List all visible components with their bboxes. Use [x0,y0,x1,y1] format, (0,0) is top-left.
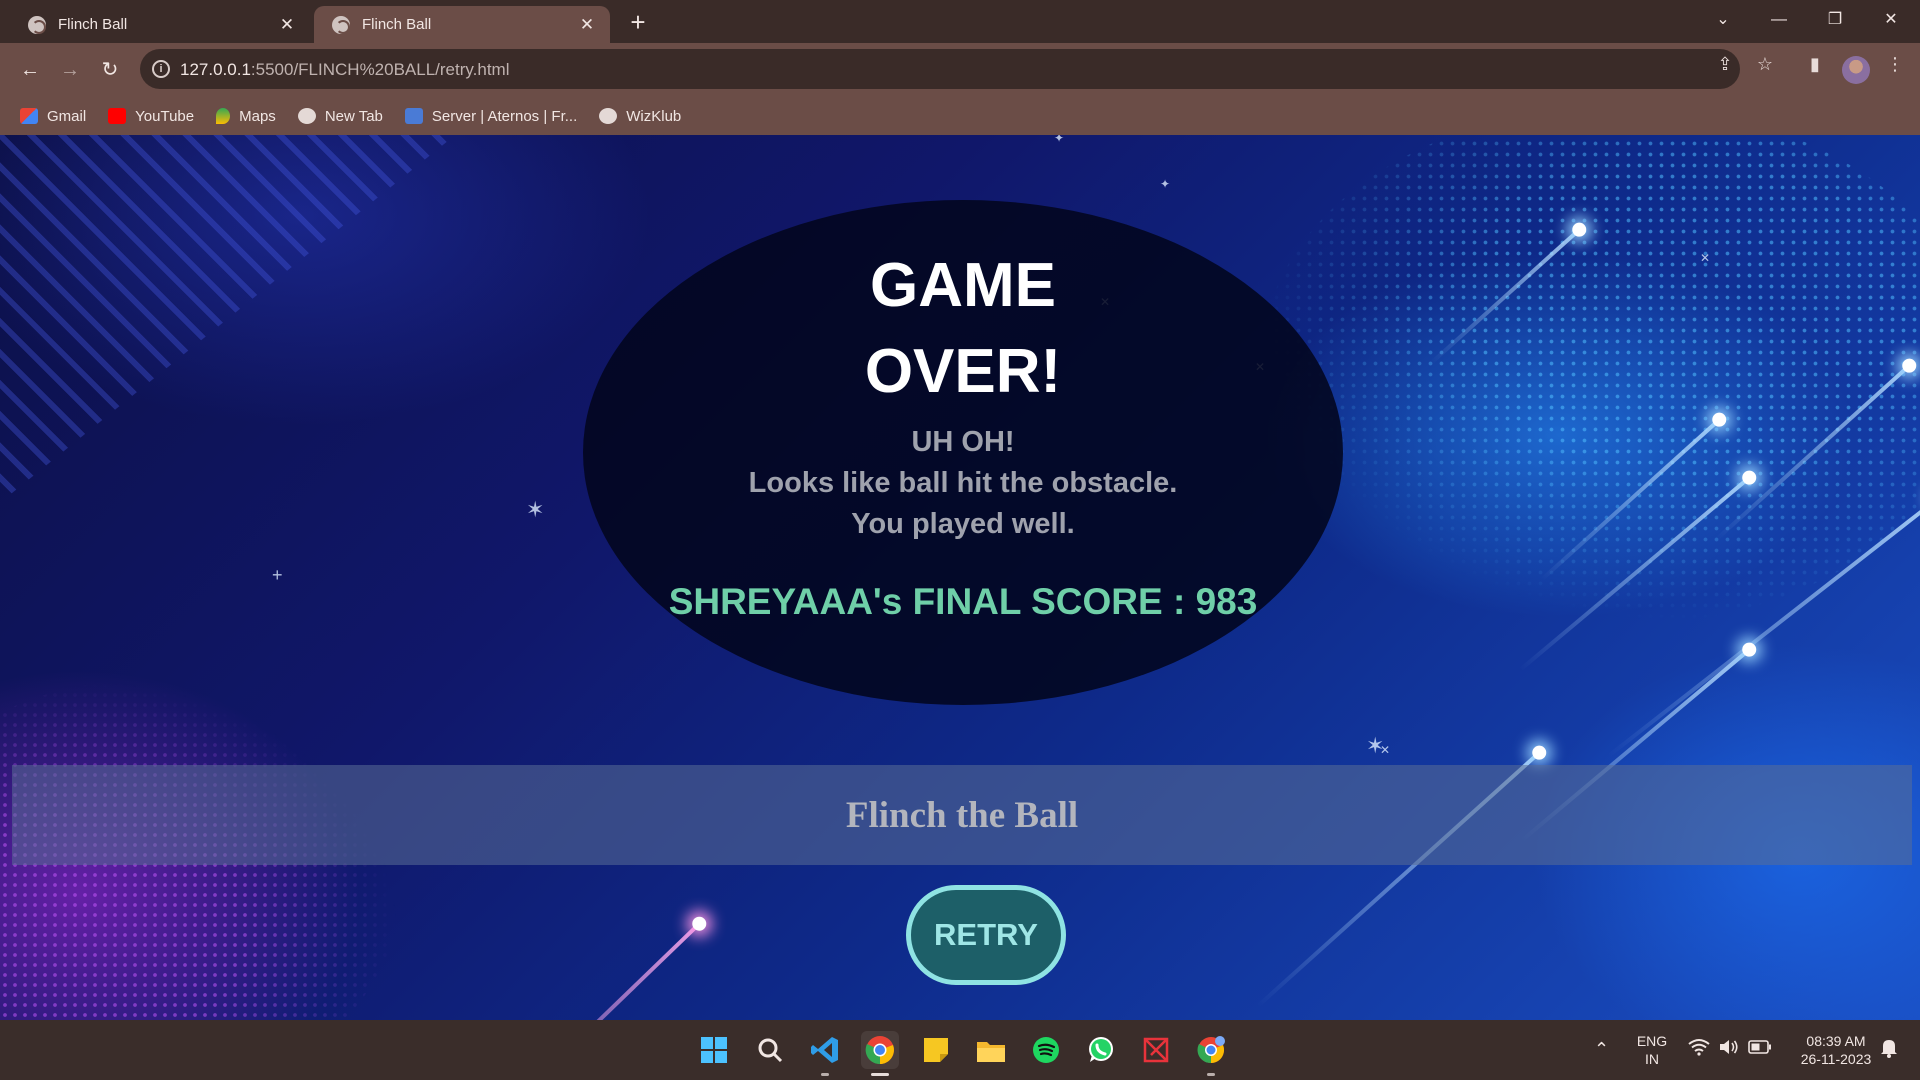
bookmarks-bar: Gmail YouTube Maps New Tab Server | Ater… [0,97,1920,135]
tab-title: Flinch Ball [362,16,432,33]
star-decoration: ✶ [1366,733,1385,758]
bookmark-gmail[interactable]: Gmail [20,108,86,125]
menu-icon[interactable]: ⋮ [1884,53,1906,75]
message-line-2: Looks like ball hit the obstacle. [748,467,1178,499]
clock-time: 08:39 AM [1806,1033,1866,1049]
tab-title: Flinch Ball [58,16,128,33]
wifi-icon[interactable] [1688,1038,1710,1060]
minimize-icon[interactable]: — [1756,4,1802,36]
aternos-icon [404,108,423,124]
tab-flinch-ball-2[interactable]: Flinch Ball ✕ [314,6,610,43]
youtube-icon [108,108,127,124]
vscode-icon[interactable] [806,1031,844,1076]
game-banner: Flinch the Ball [12,765,1912,865]
title-line-2: OVER! [864,337,1062,406]
clock-date: 26-11-2023 [1800,1051,1872,1067]
bookmark-youtube[interactable]: YouTube [108,108,194,125]
page-title: GAME OVER! [763,243,1163,415]
globe-icon [599,108,618,124]
battery-icon[interactable] [1748,1040,1772,1058]
chevron-up-icon[interactable]: ⌃ [1594,1040,1609,1058]
background-stripes [0,135,480,535]
message-line-1: UH OH! [911,426,1015,458]
close-icon[interactable]: ✕ [576,14,598,36]
sticky-notes-icon[interactable] [917,1031,955,1069]
windows-start-icon[interactable] [695,1031,733,1069]
back-icon[interactable]: ← [15,55,45,85]
bookmark-wizklub[interactable]: WizKlub [599,108,681,125]
bookmark-aternos[interactable]: Server | Aternos | Fr... [404,108,577,125]
title-line-1: GAME [870,251,1056,320]
running-indicator [871,1073,889,1076]
url-text: 127.0.0.1:5500/FLINCH%20BALL/retry.html [180,60,510,79]
address-bar[interactable]: i 127.0.0.1:5500/FLINCH%20BALL/retry.htm… [140,49,1740,89]
app-icon[interactable] [1137,1031,1175,1069]
globe-icon [297,108,316,124]
share-icon[interactable]: ⇪ [1714,53,1736,75]
bookmark-star-icon[interactable]: ☆ [1754,53,1776,75]
tab-flinch-ball-1[interactable]: Flinch Ball ✕ [10,6,310,43]
bookmark-new-tab[interactable]: New Tab [297,108,383,125]
retry-button[interactable]: RETRY [906,885,1066,985]
star-decoration: + [272,565,283,585]
gmail-icon [20,108,38,124]
reload-icon[interactable]: ↻ [95,55,125,85]
running-indicator [1207,1073,1215,1076]
restore-icon[interactable]: ❐ [1812,4,1858,36]
site-info-icon[interactable]: i [152,60,170,78]
running-indicator [821,1073,829,1076]
forward-icon[interactable]: → [55,55,85,85]
globe-icon [332,15,350,34]
new-tab-button[interactable]: + [624,8,652,36]
chrome-icon[interactable] [861,1031,899,1076]
star-decoration: ✕ [1700,251,1711,265]
background-dots [1260,135,1920,625]
avatar[interactable] [1842,56,1870,84]
search-icon[interactable] [751,1031,789,1069]
browser-toolbar: ← → ↻ i 127.0.0.1:5500/FLINCH%20BALL/ret… [0,43,1920,97]
volume-icon[interactable] [1718,1038,1740,1060]
star-decoration: ✦ [1160,177,1171,191]
maps-icon [216,108,231,124]
meteor-decoration [482,921,702,1020]
spotify-icon[interactable] [1027,1031,1065,1069]
whatsapp-icon[interactable] [1082,1031,1120,1069]
game-page: ✦ ✦ ✕ ✕ ✕ ✶ + ✕ ✶ GAME OVER! UH OH! Look… [0,135,1920,1020]
message-line-3: You played well. [851,508,1075,540]
final-score: SHREYAAA's FINAL SCORE : 983 [668,581,1258,622]
close-icon[interactable]: ✕ [276,14,298,36]
taskbar: ⌃ ENG IN 08:39 AM 26-11-2023 [0,1020,1920,1080]
clock[interactable]: 08:39 AM 26-11-2023 [1786,1032,1886,1068]
globe-icon [28,15,46,34]
close-window-icon[interactable]: ✕ [1868,4,1914,36]
tab-search-icon[interactable]: ⌄ [1700,4,1746,36]
game-over-message: UH OH! Looks like ball hit the obstacle.… [663,422,1263,545]
bookmark-maps[interactable]: Maps [216,108,276,125]
chrome-canary-icon[interactable] [1192,1031,1230,1076]
star-decoration: ✶ [526,497,545,522]
file-explorer-icon[interactable] [972,1031,1010,1069]
star-decoration: ✦ [1054,135,1065,145]
language-indicator[interactable]: ENG IN [1630,1032,1674,1068]
bell-icon[interactable] [1880,1038,1898,1062]
banner-title: Flinch the Ball [845,794,1079,836]
tab-strip: Flinch Ball ✕ Flinch Ball ✕ + ⌄ — ❐ ✕ [0,0,1920,43]
side-panel-icon[interactable]: ▮ [1804,53,1826,75]
